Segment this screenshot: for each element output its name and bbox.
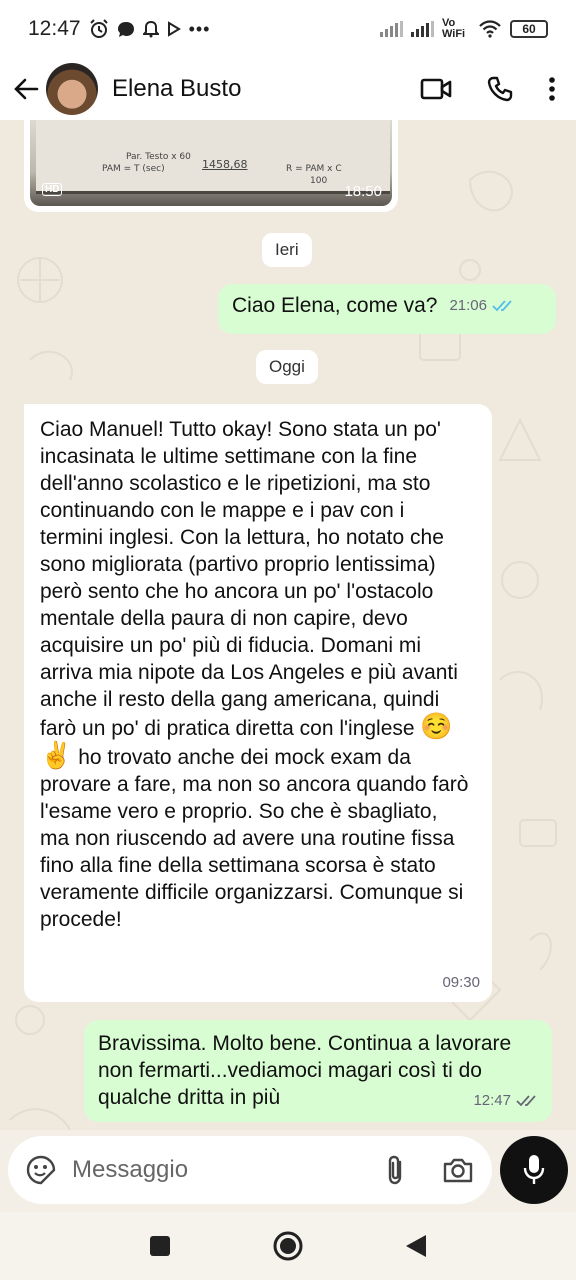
back-nav-button[interactable] <box>404 1233 428 1259</box>
more-status-icon: ••• <box>188 18 211 39</box>
message-text: Bravissima. Molto bene. Continua a lavor… <box>98 1032 512 1109</box>
formula-parole: Par. Testo x 60 <box>126 152 191 162</box>
status-time: 12:47 <box>28 17 81 40</box>
message-text-part2: ho trovato anche dei mock exam da provar… <box>40 746 469 931</box>
image-time: 18:50 <box>344 183 382 200</box>
chat-header: Elena Busto <box>0 58 576 120</box>
message-time: 21:06 <box>449 297 487 314</box>
emoji-sticker-icon[interactable] <box>26 1155 56 1185</box>
message-text: Ciao Elena, come va? <box>232 294 438 317</box>
phone-call-icon[interactable] <box>486 75 514 103</box>
message-time: 09:30 <box>442 974 480 991</box>
outgoing-message[interactable]: Bravissima. Molto bene. Continua a lavor… <box>84 1020 552 1122</box>
hd-badge: HD <box>42 183 63 196</box>
chat-notification-icon <box>117 22 134 37</box>
date-separator-today: Oggi <box>256 350 318 384</box>
formula-r: R = PAM x C <box>286 164 342 174</box>
camera-icon[interactable] <box>442 1156 474 1184</box>
image-thumbnail[interactable]: Par. Testo x 60 PAM = T (sec) 1458,68 R … <box>30 120 392 206</box>
paperclip-icon[interactable] <box>384 1154 406 1186</box>
contact-name[interactable]: Elena Busto <box>112 75 241 103</box>
wifi-icon <box>479 20 501 38</box>
arrow-left-icon <box>14 78 39 100</box>
home-button[interactable] <box>272 1230 304 1262</box>
voice-message-button[interactable] <box>500 1136 568 1204</box>
delivered-ticks-icon <box>516 1094 536 1106</box>
message-input[interactable] <box>72 1156 342 1184</box>
image-message[interactable]: Par. Testo x 60 PAM = T (sec) 1458,68 R … <box>24 120 398 212</box>
play-store-icon <box>167 21 181 37</box>
vowifi-label: Vo WiFi <box>442 17 466 40</box>
message-time: 12:47 <box>473 1092 511 1109</box>
formula-value: 1458,68 <box>202 158 248 171</box>
status-bar: 12:47 ••• Vo WiFi 60 <box>0 0 576 58</box>
recents-button[interactable] <box>148 1234 172 1258</box>
chat-area[interactable]: Par. Testo x 60 PAM = T (sec) 1458,68 R … <box>0 120 576 1130</box>
date-separator-yesterday: Ieri <box>262 233 312 267</box>
microphone-icon <box>523 1155 545 1184</box>
smiling-face-emoji: ☺️ <box>420 711 453 741</box>
signal-1-icon <box>380 21 403 37</box>
avatar[interactable] <box>46 63 98 115</box>
message-composer <box>8 1136 492 1204</box>
formula-r-den: 100 <box>310 176 328 186</box>
alarm-icon <box>89 19 108 38</box>
video-call-icon[interactable] <box>420 77 452 101</box>
message-text-part1: Ciao Manuel! Tutto okay! Sono stata un p… <box>40 418 458 740</box>
more-options-icon[interactable] <box>548 76 556 102</box>
signal-2-icon <box>411 21 434 37</box>
read-ticks-icon <box>492 299 512 311</box>
victory-hand-emoji: ✌️ <box>40 740 73 770</box>
formula-pam: PAM = T (sec) <box>102 164 165 174</box>
battery-icon: 60 <box>510 20 548 38</box>
incoming-message[interactable]: Ciao Manuel! Tutto okay! Sono stata un p… <box>24 404 492 1002</box>
battery-level: 60 <box>522 22 536 36</box>
bell-icon <box>142 20 159 38</box>
navigation-bar <box>0 1212 576 1280</box>
image-paper: Par. Testo x 60 PAM = T (sec) 1458,68 R … <box>36 120 390 194</box>
back-button[interactable] <box>12 75 40 103</box>
outgoing-message[interactable]: Ciao Elena, come va? 21:06 <box>218 284 556 334</box>
